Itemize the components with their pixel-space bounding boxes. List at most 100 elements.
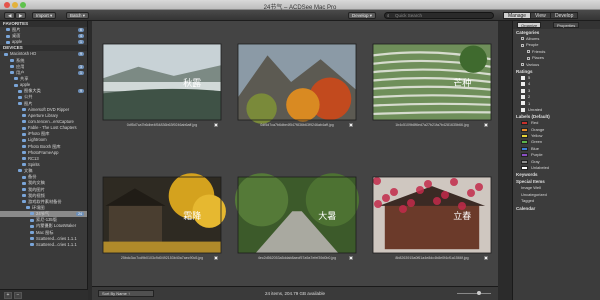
folder-label: 文稿 — [24, 168, 33, 174]
folder-icon — [22, 144, 26, 148]
folder-label: Macintosh HD — [10, 51, 37, 57]
thumbnail-caption: 1b4c5109b8f6ed7a27b21fa7b4281635b66.jpg — [395, 123, 469, 127]
categories-header[interactable]: Categories — [513, 29, 600, 36]
rating-checkbox[interactable] — [521, 101, 525, 106]
quick-search-input[interactable]: ⌕ Quick Search — [384, 12, 494, 19]
folder-icon — [22, 181, 26, 185]
category-label: Places — [532, 55, 545, 61]
thumbnail-image[interactable]: 立春 — [372, 176, 492, 254]
item-count-badge: 3 — [78, 64, 84, 69]
category-checkbox[interactable] — [521, 43, 524, 47]
folder-icon — [18, 95, 22, 99]
nav-forward-button[interactable]: ▶ — [15, 12, 27, 19]
rating-checkbox[interactable] — [521, 95, 525, 100]
select-checkbox[interactable] — [484, 256, 488, 260]
special-item-label: Uncategorized — [521, 191, 547, 197]
folder-icon — [14, 77, 18, 81]
folder-icon — [22, 132, 26, 136]
folder-label: 图片 — [24, 100, 33, 106]
category-label: Friends — [532, 48, 546, 54]
folder-label: 内蒙摄影 LotusWaker — [36, 223, 77, 229]
category-checkbox[interactable] — [527, 50, 530, 54]
nav-back-button[interactable]: ◀ — [4, 12, 16, 19]
category-label: People — [526, 42, 539, 48]
keywords-header[interactable]: Keywords — [513, 171, 600, 178]
select-checkbox[interactable] — [484, 123, 488, 127]
thumbnail-caption: 8b8263915a0f61a4e8dc4b8e0f4cf1a1566f.jpg — [395, 256, 469, 260]
toolbar: ◀ ▶ Import ▾ Batch ▾ Develop ▾ ⌕ Quick S… — [0, 10, 600, 21]
folder-label: Aperture Library — [28, 112, 59, 118]
label-name: Orange — [531, 126, 545, 132]
folder-label: RC13 — [28, 155, 39, 161]
folder-label: Lightroom — [28, 137, 47, 143]
calendar-header[interactable]: Calendar — [513, 205, 600, 212]
thumbnail-overlay-text: 立春 — [453, 210, 471, 222]
thumbnail-image[interactable]: 霜降 — [102, 173, 226, 254]
folder-label: Scattered...cries 1.1.1 — [36, 235, 77, 241]
thumbnail-image[interactable]: 芒种 — [372, 43, 492, 121]
remove-folder-button[interactable]: − — [14, 292, 22, 299]
favorite-item[interactable]: apple 1 — [0, 39, 87, 45]
label-color-swatch — [521, 146, 528, 151]
folder-label: 公共 — [24, 94, 33, 100]
special-item-label: Image Well — [521, 185, 541, 191]
batch-button[interactable]: Batch ▾ — [66, 12, 90, 19]
folder-icon — [6, 34, 10, 38]
label-name: Yellow — [531, 133, 543, 139]
folder-label: 图像大类 — [24, 88, 41, 94]
label-color-swatch — [521, 165, 528, 170]
thumbnail-size-slider[interactable] — [457, 291, 491, 295]
select-checkbox[interactable] — [214, 123, 218, 127]
select-checkbox[interactable] — [349, 123, 353, 127]
special-items-header[interactable]: Special Items — [513, 178, 600, 185]
folder-label: Fable - The Lost Chapters — [28, 125, 77, 131]
tab-manage[interactable]: Manage — [503, 12, 532, 19]
thumbnail-image[interactable]: 秋露 — [102, 43, 222, 121]
folder-sidebar: FAVORITES 图片 6 桌面 4 apple 1 DEVICES Macintosh… — [0, 21, 88, 289]
thumbnail-image[interactable]: 大暑 — [235, 173, 359, 254]
folder-label: iPhoto 图库 — [28, 131, 50, 137]
category-checkbox[interactable] — [521, 37, 524, 41]
rating-checkbox[interactable] — [521, 88, 525, 93]
rating-checkbox[interactable] — [521, 107, 525, 112]
rating-checkbox[interactable] — [521, 82, 525, 87]
slider-knob[interactable] — [477, 291, 481, 295]
folder-icon — [10, 58, 14, 62]
category-checkbox[interactable] — [521, 63, 524, 66]
label-color-swatch — [521, 134, 528, 139]
label-name: Unlabeled — [531, 165, 550, 171]
ratings-header[interactable]: Ratings — [513, 68, 600, 75]
item-count-badge: 24 — [76, 212, 84, 217]
rating-checkbox[interactable] — [521, 75, 525, 80]
thumbnail-image[interactable] — [237, 43, 357, 124]
panel-tabs: Organize Properties — [513, 21, 600, 29]
folder-label: 24节气 — [36, 211, 50, 217]
add-folder-button[interactable]: + — [4, 292, 12, 299]
thumbnail-overlay-text: 秋露 — [183, 77, 201, 89]
import-button[interactable]: Import ▾ — [32, 12, 57, 19]
develop-menu-button[interactable]: Develop ▾ — [348, 12, 377, 19]
select-checkbox[interactable] — [214, 256, 218, 260]
folder-label: 我的视频 — [28, 192, 45, 198]
tab-organize[interactable]: Organize — [517, 22, 542, 28]
folder-icon — [22, 194, 26, 198]
select-checkbox[interactable] — [349, 256, 353, 260]
folder-icon — [22, 120, 26, 124]
tab-develop[interactable]: Develop — [550, 12, 579, 19]
labels-header[interactable]: Labels (Default) — [513, 113, 600, 120]
folder-label: 共享 — [20, 75, 29, 81]
folder-label: Mac 图标 — [36, 229, 54, 235]
category-label: Albums — [526, 36, 540, 41]
category-checkbox[interactable] — [527, 56, 530, 60]
label-color-swatch — [521, 159, 528, 164]
item-count-badge: 9 — [78, 89, 84, 94]
item-count-badge: 1 — [78, 70, 84, 75]
label-name: Green — [531, 139, 543, 145]
tab-properties[interactable]: Properties — [553, 22, 580, 28]
folder-tree-item[interactable]: Scattered...cries 1.1.1 — [0, 242, 87, 248]
quick-search-placeholder: Quick Search — [395, 13, 423, 18]
folder-label: Photo Booth 图库 — [28, 143, 61, 149]
tab-view[interactable]: View — [530, 12, 551, 19]
folder-icon — [4, 52, 8, 56]
thumbnail-grid: 秋露 芒种 霜降 大暑 立春 0df5d7ca7b6dbe4f54836b63f9246… — [92, 21, 498, 300]
